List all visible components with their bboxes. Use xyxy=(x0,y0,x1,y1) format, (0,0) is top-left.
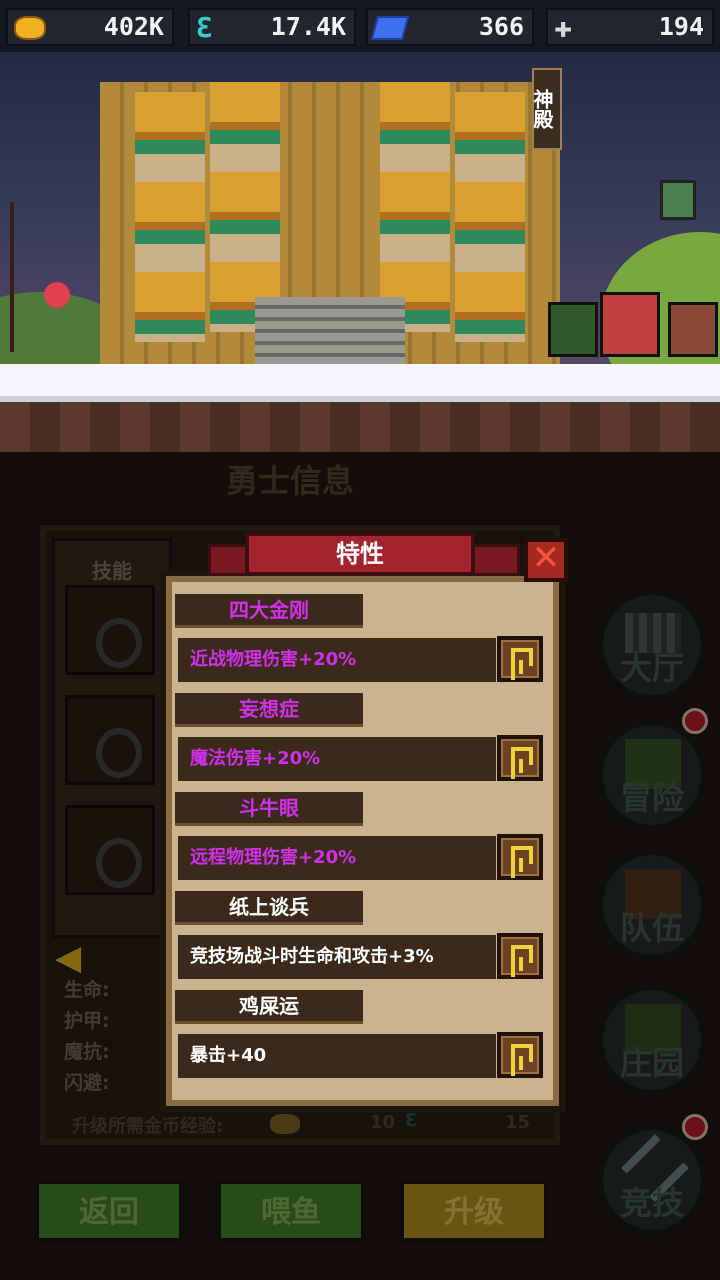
gold-coin-icon xyxy=(14,16,46,40)
cross-counter: ✚ 194 xyxy=(546,8,714,46)
trait-action-icon[interactable] xyxy=(497,735,543,781)
trait-name: 纸上谈兵 xyxy=(175,891,363,925)
trait-name: 四大金刚 xyxy=(175,594,363,628)
totem-pillar xyxy=(455,92,525,342)
cross-icon: ✚ xyxy=(554,10,573,45)
trait-name: 鸡屎运 xyxy=(175,990,363,1024)
knight-hero[interactable] xyxy=(668,302,718,357)
close-button[interactable]: ✕ xyxy=(524,538,568,582)
trait-action-icon[interactable] xyxy=(497,933,543,979)
dirt-ground xyxy=(0,402,720,452)
title-ribbon-right xyxy=(470,544,520,576)
trait-description: 远程物理伤害+20% xyxy=(178,836,496,880)
trait-description: 竞技场战斗时生命和攻击+3% xyxy=(178,935,496,979)
energy-icon: Ɛ xyxy=(196,11,213,44)
traits-modal-title: 特性 xyxy=(245,532,475,576)
diamond-counter[interactable]: 366 xyxy=(366,8,534,46)
totem-pillar xyxy=(380,82,450,332)
resource-bar: 402K Ɛ 17.4K 366 ✚ 194 xyxy=(0,0,720,52)
trait-description: 魔法伤害+20% xyxy=(178,737,496,781)
trait-description: 暴击+40 xyxy=(178,1034,496,1078)
snow-ground xyxy=(0,364,720,402)
trait-name: 妄想症 xyxy=(175,693,363,727)
viking-hero[interactable] xyxy=(600,292,660,357)
trait-action-icon[interactable] xyxy=(497,1032,543,1078)
close-icon: ✕ xyxy=(531,538,561,578)
temple-stairs xyxy=(255,297,405,372)
location-sign[interactable]: 神殿 xyxy=(530,68,562,150)
plum-blossom xyxy=(44,282,70,308)
gold-counter: 402K xyxy=(6,8,174,46)
totem-pillar xyxy=(210,82,280,332)
trait-name: 斗牛眼 xyxy=(175,792,363,826)
totem-pillar xyxy=(135,92,205,342)
flying-viking-enemy xyxy=(660,180,696,220)
temple-scene xyxy=(0,52,720,452)
trait-description: 近战物理伤害+20% xyxy=(178,638,496,682)
diamond-icon xyxy=(370,16,410,40)
plum-tree xyxy=(10,202,80,352)
trait-action-icon[interactable] xyxy=(497,834,543,880)
energy-counter: Ɛ 17.4K xyxy=(188,8,356,46)
trait-action-icon[interactable] xyxy=(497,636,543,682)
archer-hero[interactable] xyxy=(548,302,598,357)
